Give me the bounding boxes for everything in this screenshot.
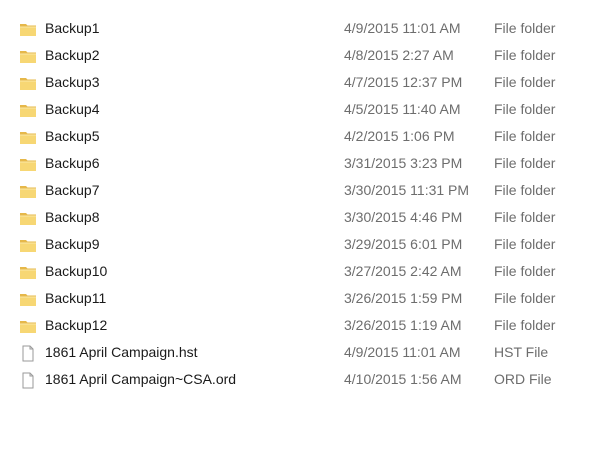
folder-icon	[19, 101, 37, 118]
folder-icon	[19, 74, 37, 91]
date-modified: 4/7/2015 12:37 PM	[344, 74, 463, 90]
file-name: 1861 April Campaign~CSA.ord	[45, 371, 237, 387]
file-name: Backup10	[45, 263, 108, 279]
file-type: File folder	[494, 317, 556, 333]
file-name: Backup3	[45, 74, 100, 90]
date-modified: 3/30/2015 11:31 PM	[344, 182, 470, 198]
folder-icon	[19, 263, 37, 280]
list-item[interactable]: Backup3 4/7/2015 12:37 PM File folder	[0, 69, 597, 96]
date-modified: 3/26/2015 1:59 PM	[344, 290, 463, 306]
file-name: Backup5	[45, 128, 100, 144]
file-name: Backup6	[45, 155, 100, 171]
file-name: 1861 April Campaign.hst	[45, 344, 198, 360]
folder-icon	[19, 290, 37, 307]
file-type: File folder	[494, 182, 556, 198]
file-name: Backup7	[45, 182, 100, 198]
file-name: Backup8	[45, 209, 100, 225]
file-icon	[19, 344, 37, 362]
date-modified: 4/2/2015 1:06 PM	[344, 128, 455, 144]
file-type: File folder	[494, 236, 556, 252]
file-type: File folder	[494, 128, 556, 144]
list-item[interactable]: Backup10 3/27/2015 2:42 AM File folder	[0, 258, 597, 285]
file-type: File folder	[494, 20, 556, 36]
file-name: Backup1	[45, 20, 100, 36]
date-modified: 3/30/2015 4:46 PM	[344, 209, 463, 225]
date-modified: 3/26/2015 1:19 AM	[344, 317, 462, 333]
date-modified: 4/5/2015 11:40 AM	[344, 101, 461, 117]
file-type: File folder	[494, 101, 556, 117]
list-item[interactable]: Backup5 4/2/2015 1:06 PM File folder	[0, 123, 597, 150]
file-type: File folder	[494, 209, 556, 225]
folder-icon	[19, 155, 37, 172]
list-item[interactable]: Backup9 3/29/2015 6:01 PM File folder	[0, 231, 597, 258]
list-item[interactable]: 1861 April Campaign~CSA.ord 4/10/2015 1:…	[0, 366, 597, 393]
folder-icon	[19, 182, 37, 199]
file-type: File folder	[494, 263, 556, 279]
list-item[interactable]: Backup8 3/30/2015 4:46 PM File folder	[0, 204, 597, 231]
date-modified: 3/31/2015 3:23 PM	[344, 155, 463, 171]
file-name: Backup2	[45, 47, 100, 63]
folder-icon	[19, 20, 37, 37]
folder-icon	[19, 236, 37, 253]
list-item[interactable]: Backup1 4/9/2015 11:01 AM File folder	[0, 15, 597, 42]
date-modified: 4/9/2015 11:01 AM	[344, 344, 461, 360]
folder-icon	[19, 128, 37, 145]
list-item[interactable]: Backup7 3/30/2015 11:31 PM File folder	[0, 177, 597, 204]
file-type: File folder	[494, 155, 556, 171]
folder-icon	[19, 317, 37, 334]
file-icon	[19, 371, 37, 389]
file-type: File folder	[494, 290, 556, 306]
list-item[interactable]: 1861 April Campaign.hst 4/9/2015 11:01 A…	[0, 339, 597, 366]
file-type: File folder	[494, 74, 556, 90]
folder-icon	[19, 209, 37, 226]
file-name: Backup11	[45, 290, 107, 306]
list-item[interactable]: Backup2 4/8/2015 2:27 AM File folder	[0, 42, 597, 69]
list-item[interactable]: Backup4 4/5/2015 11:40 AM File folder	[0, 96, 597, 123]
list-item[interactable]: Backup11 3/26/2015 1:59 PM File folder	[0, 285, 597, 312]
date-modified: 4/8/2015 2:27 AM	[344, 47, 454, 63]
file-type: HST File	[494, 344, 549, 360]
file-name: Backup9	[45, 236, 100, 252]
list-item[interactable]: Backup6 3/31/2015 3:23 PM File folder	[0, 150, 597, 177]
file-list: Backup1 4/9/2015 11:01 AM File folder Ba…	[0, 0, 597, 465]
date-modified: 4/9/2015 11:01 AM	[344, 20, 461, 36]
date-modified: 4/10/2015 1:56 AM	[344, 371, 462, 387]
date-modified: 3/27/2015 2:42 AM	[344, 263, 462, 279]
file-name: Backup4	[45, 101, 100, 117]
date-modified: 3/29/2015 6:01 PM	[344, 236, 463, 252]
list-item[interactable]: Backup12 3/26/2015 1:19 AM File folder	[0, 312, 597, 339]
file-name: Backup12	[45, 317, 108, 333]
folder-icon	[19, 47, 37, 64]
file-type: ORD File	[494, 371, 552, 387]
file-type: File folder	[494, 47, 556, 63]
